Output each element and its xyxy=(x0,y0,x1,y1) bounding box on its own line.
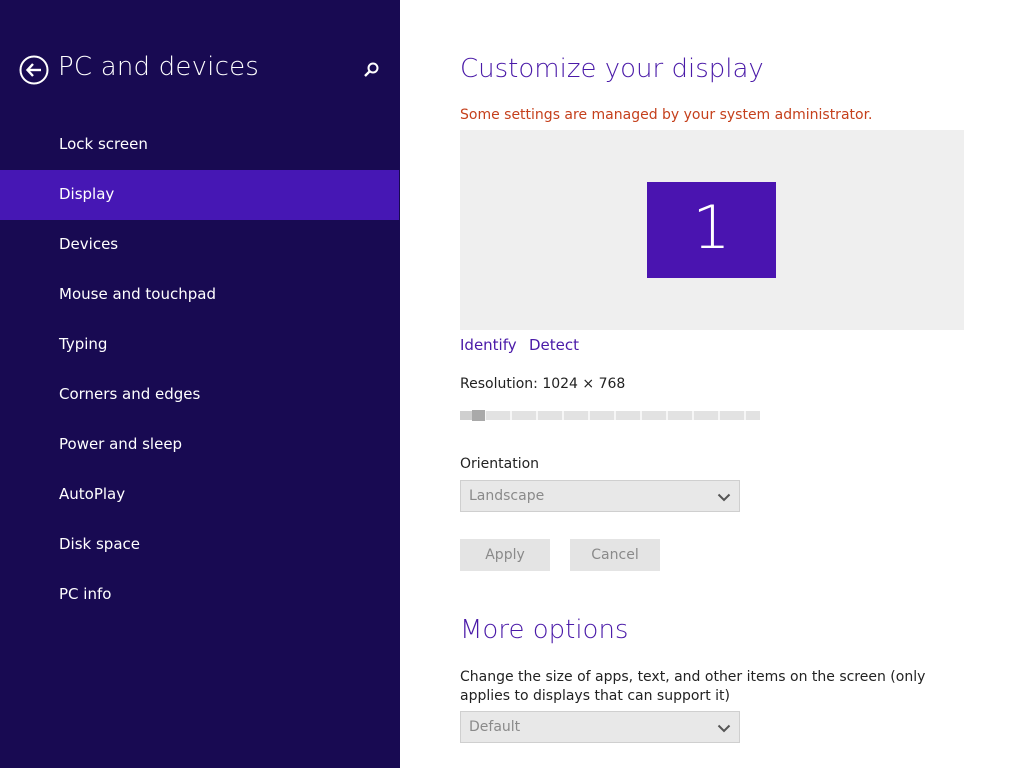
size-select[interactable]: Default xyxy=(460,711,740,743)
slider-track xyxy=(460,411,760,420)
sidebar-item-label: Mouse and touchpad xyxy=(59,285,216,303)
sidebar-item-pc-info[interactable]: PC info xyxy=(0,570,400,620)
sidebar-item-disk-space[interactable]: Disk space xyxy=(0,520,400,570)
sidebar-item-power-and-sleep[interactable]: Power and sleep xyxy=(0,420,400,470)
admin-notice: Some settings are managed by your system… xyxy=(460,107,873,123)
display-arrangement-area: 1 xyxy=(460,130,964,330)
search-icon[interactable] xyxy=(360,59,382,81)
detect-link[interactable]: Detect xyxy=(529,336,579,354)
sidebar-item-lock-screen[interactable]: Lock screen xyxy=(0,120,400,170)
sidebar-item-label: Display xyxy=(59,185,115,203)
sidebar-nav: Lock screen Display Devices Mouse and to… xyxy=(0,120,400,620)
size-description: Change the size of apps, text, and other… xyxy=(460,669,926,704)
pc-settings-window: PC and devices Lock screen Display Devic… xyxy=(0,0,1024,768)
apply-button[interactable]: Apply xyxy=(460,539,550,571)
sidebar-item-devices[interactable]: Devices xyxy=(0,220,400,270)
back-arrow-icon[interactable] xyxy=(19,55,49,85)
chevron-down-icon xyxy=(717,720,731,734)
sidebar-item-mouse-and-touchpad[interactable]: Mouse and touchpad xyxy=(0,270,400,320)
orientation-label: Orientation xyxy=(460,456,540,472)
slider-thumb[interactable] xyxy=(472,410,485,421)
more-options-title: More options xyxy=(460,615,629,645)
size-value: Default xyxy=(469,719,521,735)
identify-link[interactable]: Identify xyxy=(460,336,517,354)
sidebar-item-label: Corners and edges xyxy=(59,385,201,403)
sidebar-header: PC and devices xyxy=(0,48,400,92)
page-title: Customize your display xyxy=(460,54,764,84)
sidebar-item-label: Typing xyxy=(59,335,108,353)
sidebar-item-label: Power and sleep xyxy=(59,435,183,453)
resolution-slider[interactable] xyxy=(460,410,760,422)
monitor-tile[interactable]: 1 xyxy=(647,182,776,278)
sidebar-item-autoplay[interactable]: AutoPlay xyxy=(0,470,400,520)
sidebar-item-label: Disk space xyxy=(59,535,140,553)
sidebar-item-corners-and-edges[interactable]: Corners and edges xyxy=(0,370,400,420)
resolution-label: Resolution: 1024 × 768 xyxy=(460,376,626,392)
sidebar-item-typing[interactable]: Typing xyxy=(0,320,400,370)
sidebar-item-label: AutoPlay xyxy=(59,485,126,503)
slider-fill xyxy=(460,411,472,420)
sidebar: PC and devices Lock screen Display Devic… xyxy=(0,0,400,768)
sidebar-item-label: Devices xyxy=(59,235,119,253)
orientation-select[interactable]: Landscape xyxy=(460,480,740,512)
sidebar-item-display[interactable]: Display xyxy=(0,170,399,220)
sidebar-item-label: PC info xyxy=(59,585,112,603)
orientation-value: Landscape xyxy=(469,488,545,504)
cancel-button[interactable]: Cancel xyxy=(570,539,660,571)
main-content: Customize your display Some settings are… xyxy=(400,0,1024,768)
sidebar-title: PC and devices xyxy=(58,52,260,82)
chevron-down-icon xyxy=(717,489,731,503)
sidebar-item-label: Lock screen xyxy=(59,135,148,153)
